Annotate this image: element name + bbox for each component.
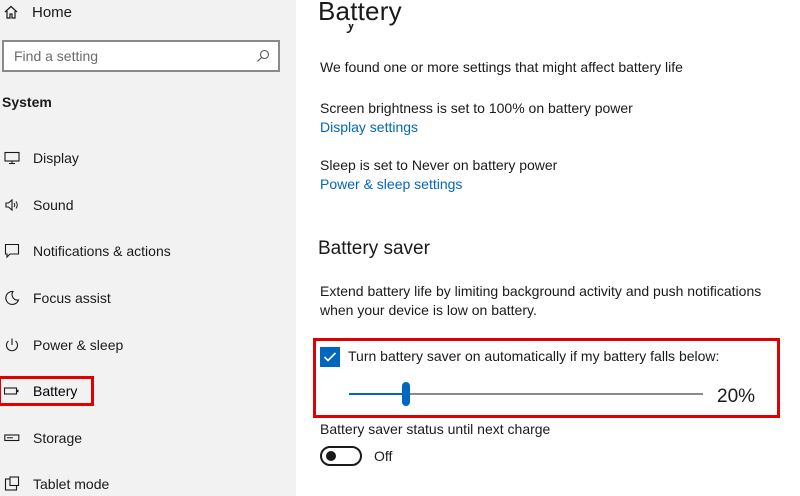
main-panel: Battery y We found one or more settings … bbox=[296, 0, 800, 496]
sidebar-item-label: Storage bbox=[33, 430, 83, 446]
sidebar-item-label: Sound bbox=[33, 197, 74, 213]
sidebar-item-display[interactable]: Display bbox=[0, 145, 290, 171]
search-box[interactable] bbox=[2, 40, 280, 72]
battery-saver-heading: Battery saver bbox=[318, 238, 430, 259]
sidebar: Home System Display Sound Notifications … bbox=[0, 0, 296, 496]
sidebar-item-label: Power & sleep bbox=[33, 337, 124, 353]
slider-fill bbox=[349, 393, 406, 395]
auto-saver-checkbox-label: Turn battery saver on automatically if m… bbox=[348, 348, 720, 364]
checkmark-icon bbox=[323, 352, 337, 362]
moon-icon bbox=[3, 290, 21, 306]
home-label: Home bbox=[32, 3, 73, 21]
speaker-icon bbox=[3, 197, 21, 213]
sidebar-item-label: Tablet mode bbox=[33, 476, 110, 492]
battery-saver-description-line1: Extend battery life by limiting backgrou… bbox=[320, 283, 762, 299]
sidebar-item-label: Display bbox=[33, 150, 79, 166]
power-sleep-settings-link[interactable]: Power & sleep settings bbox=[320, 175, 462, 194]
battery-notice: We found one or more settings that might… bbox=[320, 59, 683, 75]
sidebar-item-storage[interactable]: Storage bbox=[0, 425, 290, 451]
auto-saver-checkbox[interactable] bbox=[320, 347, 340, 367]
page-title: Battery bbox=[318, 0, 402, 26]
sidebar-item-power-sleep[interactable]: Power & sleep bbox=[0, 332, 290, 358]
slider-thumb[interactable] bbox=[402, 382, 410, 406]
sleep-text: Sleep is set to Never on battery power bbox=[320, 157, 558, 173]
sidebar-item-label: Notifications & actions bbox=[33, 243, 171, 259]
battery-highlight-box bbox=[0, 376, 94, 406]
home-nav-item[interactable]: Home bbox=[0, 0, 200, 24]
battery-saver-status-label: Battery saver status until next charge bbox=[320, 421, 551, 437]
battery-saver-description-line2: when your device is low on battery. bbox=[320, 302, 537, 318]
home-icon bbox=[3, 4, 19, 20]
clipped-heading-fragment: y bbox=[346, 24, 386, 34]
battery-saver-status-toggle[interactable] bbox=[320, 446, 362, 466]
clipped-heading-text: y bbox=[346, 24, 386, 34]
brightness-text: Screen brightness is set to 100% on batt… bbox=[320, 100, 633, 116]
monitor-icon bbox=[3, 150, 21, 166]
display-settings-link[interactable]: Display settings bbox=[320, 118, 418, 137]
sidebar-item-sound[interactable]: Sound bbox=[0, 192, 290, 218]
sidebar-item-label: Focus assist bbox=[33, 290, 111, 306]
search-input[interactable] bbox=[14, 48, 234, 64]
power-icon bbox=[3, 337, 21, 353]
section-title-system: System bbox=[2, 94, 52, 110]
sidebar-item-notifications[interactable]: Notifications & actions bbox=[0, 238, 290, 264]
search-icon[interactable] bbox=[256, 49, 270, 63]
battery-threshold-slider[interactable] bbox=[349, 382, 703, 406]
storage-icon bbox=[3, 430, 21, 446]
threshold-value: 20% bbox=[717, 386, 756, 407]
toggle-state-label: Off bbox=[374, 448, 393, 464]
sidebar-item-focus-assist[interactable]: Focus assist bbox=[0, 285, 290, 311]
sidebar-item-tablet-mode[interactable]: Tablet mode bbox=[0, 471, 290, 496]
tablet-icon bbox=[3, 476, 21, 492]
toggle-knob bbox=[326, 451, 336, 461]
notifications-icon bbox=[3, 243, 21, 259]
